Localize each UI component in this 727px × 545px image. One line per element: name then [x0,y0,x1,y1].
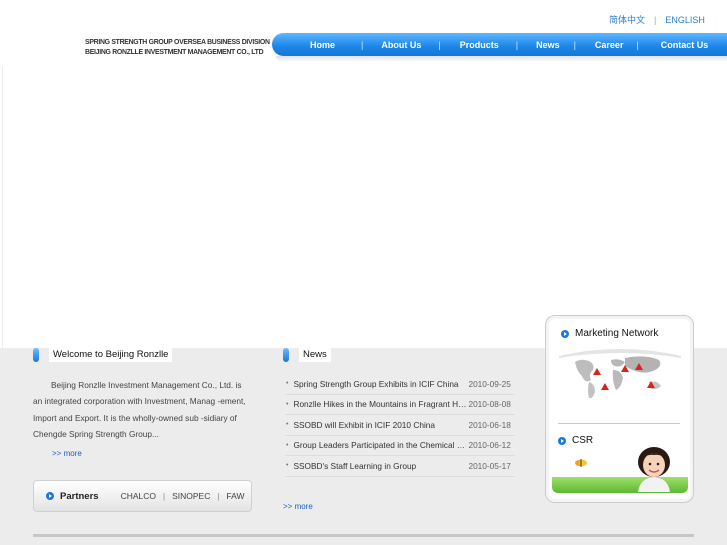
news-item[interactable]: • Ronzlle Hikes in the Mountains in Frag… [285,395,515,415]
welcome-title: Welcome to Beijing Ronzlle [49,347,173,362]
arrow-circle-icon [558,436,566,445]
footer-divider [33,534,694,537]
nav-news[interactable]: News [536,40,560,50]
partners-title: Partners [60,490,99,502]
bullet-icon: • [286,441,289,449]
news-item-date: 2010-08-08 [468,399,511,410]
news-more-link[interactable]: >> more [283,502,313,511]
partner-separator: | [217,491,220,501]
news-heading: News [283,347,331,362]
news-list: • Spring Strength Group Exhibits in ICIF… [285,374,515,477]
news-item-title[interactable]: Group Leaders Participated in the Chemic… [293,440,466,450]
child-illustration-icon [638,447,670,492]
nav-about-us[interactable]: About Us [381,40,421,50]
marketing-network-link[interactable]: Marketing Network [561,328,658,339]
nav-home[interactable]: Home [310,40,335,50]
bullet-icon: • [286,380,289,388]
heading-marker-icon [33,347,39,362]
nav-separator: | [573,39,576,50]
welcome-text: Beijing Ronzlle Investment Management Co… [33,380,246,439]
lang-chinese-link[interactable]: 简体中文 [609,15,645,25]
divider [558,423,680,424]
news-item-title[interactable]: SSOBD will Exhibit in ICIF 2010 China [293,420,466,430]
news-item[interactable]: • Spring Strength Group Exhibits in ICIF… [285,374,515,395]
bullet-icon: • [286,421,289,429]
csr-link[interactable]: CSR [558,435,593,446]
csr-title: CSR [572,435,594,446]
nav-contact-us[interactable]: Contact Us [661,40,709,50]
nav-shadow [276,56,727,62]
marketing-network-title: Marketing Network [575,328,659,339]
world-map-icon[interactable] [555,348,685,408]
welcome-more-link[interactable]: >> more [52,449,82,458]
company-logo[interactable]: SPRING STRENGTH GROUP OVERSEA BUSINESS D… [85,37,270,57]
partner-separator: | [163,491,166,501]
bullet-icon: • [286,462,289,470]
arrow-circle-icon [46,492,54,500]
nav-products[interactable]: Products [460,40,499,50]
partner-link-chalco[interactable]: CHALCO [121,491,156,501]
news-item[interactable]: • SSOBD's Staff Learning in Group 2010-0… [285,456,515,477]
logo-line-1: SPRING STRENGTH GROUP OVERSEA BUSINESS D… [85,37,270,46]
partner-link-faw[interactable]: FAW [226,491,244,501]
news-item-title[interactable]: Spring Strength Group Exhibits in ICIF C… [293,379,466,389]
banner-area [2,66,727,348]
news-item-date: 2010-06-12 [468,440,511,451]
news-item-date: 2010-05-17 [468,460,511,471]
language-switch: 简体中文 | ENGLISH [606,13,708,26]
nav-separator: | [636,39,639,50]
arrow-circle-icon [561,329,569,338]
news-item-date: 2010-09-25 [468,378,511,389]
heading-marker-icon [283,347,289,362]
news-item[interactable]: • Group Leaders Participated in the Chem… [285,436,515,456]
partner-link-sinopec[interactable]: SINOPEC [172,491,210,501]
lang-separator: | [654,15,657,25]
welcome-heading: Welcome to Beijing Ronzlle [33,347,173,362]
news-item-date: 2010-06-18 [468,419,511,430]
news-item-title[interactable]: Ronzlle Hikes in the Mountains in Fragra… [293,399,466,409]
news-item-title[interactable]: SSOBD's Staff Learning in Group [293,461,466,471]
partners-bar: Partners CHALCO | SINOPEC | FAW [33,480,252,512]
nav-separator: | [515,39,519,50]
nav-separator: | [438,39,441,50]
butterfly-icon [575,459,587,467]
bullet-icon: • [286,400,289,408]
logo-line-2: BEIJING RONZLLE INVESTMENT MANAGEMENT CO… [85,47,264,56]
lang-english-link[interactable]: ENGLISH [665,15,705,25]
nav-career[interactable]: Career [595,40,624,50]
nav-separator: | [361,39,364,50]
news-item[interactable]: • SSOBD will Exhibit in ICIF 2010 China … [285,415,515,436]
main-nav: Home | About Us | Products | News | Care… [272,33,727,56]
news-title: News [299,347,331,362]
